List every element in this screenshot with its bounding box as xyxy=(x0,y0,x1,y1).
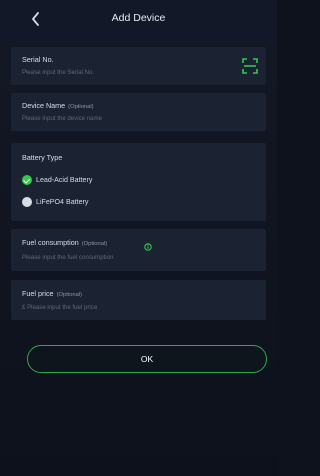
optional-tag: (Optional) xyxy=(68,104,94,110)
serial-number-label: Serial No. xyxy=(22,55,54,64)
lead-acid-radio[interactable] xyxy=(22,175,32,185)
optional-tag: (Optional) xyxy=(56,292,83,298)
ok-button[interactable]: OK xyxy=(27,345,267,373)
serial-number-input[interactable]: Please input the Serial No. xyxy=(22,69,94,76)
device-name-section: Device Name (Optional) Please input the d… xyxy=(11,93,266,131)
fuel-consumption-input[interactable]: Please input the fuel consumption xyxy=(22,254,113,261)
optional-tag: (Optional) xyxy=(81,241,108,247)
add-device-screen: Add Device Serial No. Please input the S… xyxy=(0,0,277,476)
battery-type-section: Battery Type Lead-Acid Battery LiFePO4 B… xyxy=(11,143,266,221)
scan-icon[interactable] xyxy=(242,58,258,74)
device-name-label: Device Name (Optional) xyxy=(22,101,94,110)
info-icon[interactable] xyxy=(144,238,152,251)
lead-acid-label[interactable]: Lead-Acid Battery xyxy=(36,176,92,184)
battery-type-label: Battery Type xyxy=(22,153,63,162)
fuel-consumption-label-text: Fuel consumption xyxy=(22,238,79,247)
serial-number-section: Serial No. Please input the Serial No. xyxy=(11,47,266,85)
fuel-consumption-label: Fuel consumption (Optional) xyxy=(22,238,107,247)
fuel-price-section: Fuel price (Optional) £ Please input the … xyxy=(11,280,266,320)
device-name-label-text: Device Name xyxy=(22,101,66,110)
fuel-price-input[interactable]: £ Please input the fuel price xyxy=(22,304,97,311)
fuel-consumption-section: Fuel consumption (Optional) Please input … xyxy=(11,229,266,271)
page-title: Add Device xyxy=(111,12,166,24)
lifepo4-radio[interactable] xyxy=(22,197,32,207)
lifepo4-label[interactable]: LiFePO4 Battery xyxy=(36,198,88,206)
header-bar: Add Device xyxy=(0,0,277,44)
fuel-price-label: Fuel price (Optional) xyxy=(22,289,82,298)
fuel-price-label-text: Fuel price xyxy=(22,289,54,298)
device-name-input[interactable]: Please input the device name xyxy=(22,115,102,122)
